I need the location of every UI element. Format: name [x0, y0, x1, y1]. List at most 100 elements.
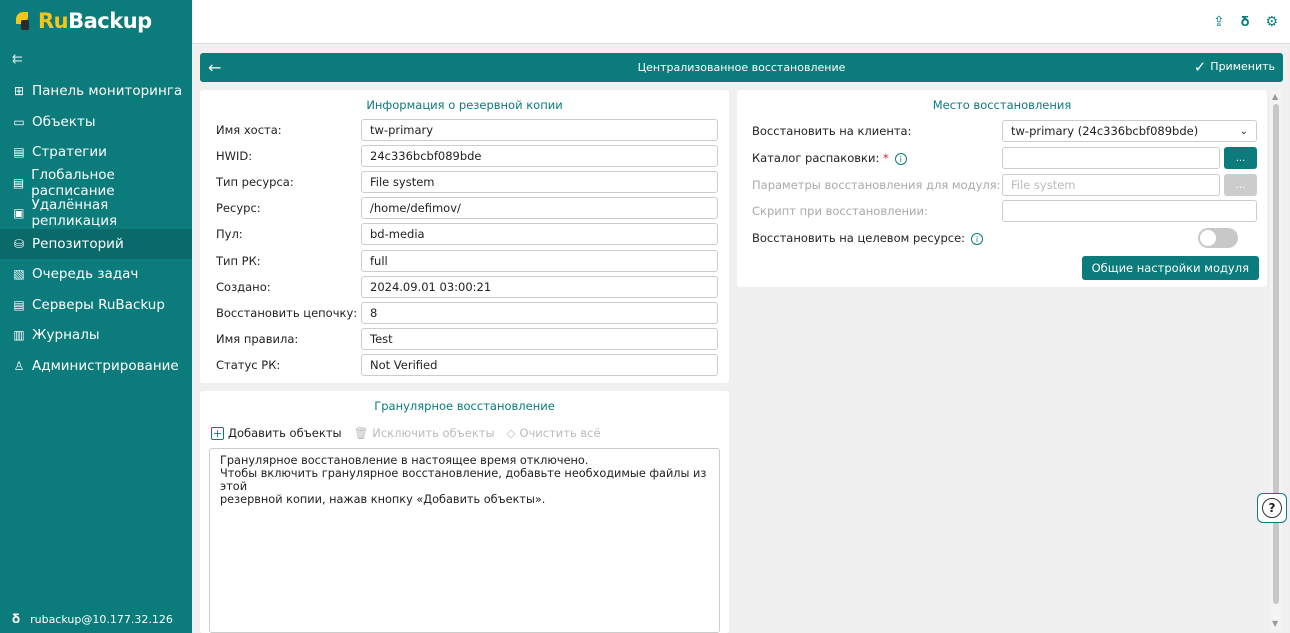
granular-message-line: Гранулярное восстановление в настоящее в… — [220, 454, 589, 467]
browse-dir-button[interactable]: ... — [1224, 147, 1257, 169]
dashboard-icon: ⊞ — [13, 84, 25, 99]
sidebar-item-label: Серверы RuBackup — [32, 296, 165, 313]
sidebar-item[interactable]: ▭ Объекты — [0, 107, 192, 138]
info-row: Ресурс: /home/defimov/ — [216, 197, 718, 220]
granular-message-line: резервной копии, нажав кнопку «Добавить … — [220, 493, 546, 506]
granular-message-line: Чтобы включить гранулярное восстановлени… — [220, 467, 707, 493]
unpack-dir-row: Каталог распаковки: * i ... — [752, 147, 1257, 169]
info-label: Имя правила: — [216, 331, 299, 346]
sidebar-item[interactable]: ▤ Серверы RuBackup — [0, 290, 192, 321]
current-user[interactable]: 𝛅 rubackup@10.177.32.126 — [12, 612, 173, 627]
servers-icon: ▤ — [13, 297, 25, 312]
restore-target-row: Восстановить на целевом ресурсе: i — [752, 227, 1239, 249]
queue-icon: ▧ — [13, 267, 25, 282]
strategy-icon: ▤ — [13, 145, 25, 160]
restore-client-select[interactable]: tw-primary (24c336bcbf089bde) ⌄ — [1002, 120, 1257, 142]
module-params-input[interactable]: File system — [1002, 174, 1220, 196]
general-module-settings-button[interactable]: Общие настройки модуля — [1081, 256, 1259, 280]
sidebar-item-label: Объекты — [32, 113, 96, 130]
info-label: Имя хоста: — [216, 123, 282, 137]
info-label: Статус РК: — [216, 357, 281, 372]
backup-info-title: Информация о резервной копии — [366, 98, 563, 112]
apply-label: Применить — [1210, 60, 1275, 73]
info-row: Тип РК: full — [216, 249, 718, 272]
info-label: HWID: — [216, 149, 253, 164]
info-row: Тип ресурса: File system — [216, 171, 718, 194]
module-params-button[interactable]: ... — [1224, 174, 1257, 196]
info-row: Имя хоста: tw-primary — [216, 119, 718, 141]
user-profile-icon[interactable]: 𝛅 — [1241, 14, 1250, 30]
info-label: Пул: — [216, 227, 243, 242]
repository-icon: ⛁ — [13, 236, 25, 251]
help-button[interactable]: ? — [1257, 493, 1287, 523]
apply-button[interactable]: ✓ Применить — [1194, 59, 1275, 74]
sidebar-item-label: Журналы — [32, 327, 100, 344]
logo-text: RuBackup — [38, 9, 152, 33]
sidebar-item[interactable]: ▥ Журналы — [0, 320, 192, 351]
granular-objects-area[interactable]: Гранулярное восстановление в настоящее в… — [209, 448, 720, 633]
granular-restore-panel: Гранулярное восстановление + Добавить об… — [200, 391, 729, 633]
sidebar-item[interactable]: ▤ Глобальное расписание — [0, 166, 192, 199]
info-value: 8 — [361, 301, 718, 324]
restore-target-toggle[interactable] — [1198, 228, 1239, 248]
scrollbar[interactable]: ▲ ▼ — [1270, 90, 1282, 630]
upload-icon[interactable]: ⇪ — [1213, 14, 1225, 30]
sidebar-item-label: Глобальное расписание — [31, 166, 115, 199]
sidebar-item[interactable]: ⊞ Панель мониторинга — [0, 76, 192, 107]
restore-client-row: Восстановить на клиента: tw-primary (24c… — [752, 120, 1257, 142]
info-value: tw-primary — [361, 119, 718, 141]
sidebar-item[interactable]: ▧ Очередь задач — [0, 259, 192, 290]
info-icon[interactable]: i — [894, 153, 907, 166]
info-value: 24c336bcbf089bde — [361, 145, 718, 168]
module-params-label: Параметры восстановления для модуля: — [752, 178, 1001, 192]
schedule-icon: ▤ — [12, 175, 25, 190]
info-row: Пул: bd-media — [216, 223, 718, 246]
info-value: full — [361, 249, 718, 272]
replication-icon: ▣ — [13, 206, 25, 221]
top-bar: ⇪ 𝛅 ⚙ — [192, 0, 1290, 44]
scroll-up-icon[interactable]: ▲ — [1272, 92, 1278, 101]
scrollbar-thumb[interactable] — [1273, 104, 1279, 604]
sidebar-item[interactable]: ♙ Администрирование — [0, 351, 192, 382]
logo[interactable]: RuBackup — [0, 0, 192, 42]
help-icon: ? — [1262, 498, 1282, 518]
add-icon: + — [211, 426, 224, 440]
info-row: HWID: 24c336bcbf089bde — [216, 145, 718, 168]
module-params-row: Параметры восстановления для модуля: Fil… — [752, 174, 1257, 196]
info-label: Восстановить цепочку: — [216, 305, 358, 320]
settings-icon[interactable]: ⚙ — [1265, 14, 1278, 30]
restore-script-input[interactable] — [1002, 200, 1257, 222]
user-icon: 𝛅 — [12, 612, 21, 627]
eraser-icon: ◇ — [506, 426, 516, 440]
restore-script-row: Скрипт при восстановлении: — [752, 200, 1257, 222]
backup-info-panel: Информация о резервной копии Имя хоста: t… — [200, 90, 729, 383]
admin-icon: ♙ — [13, 358, 25, 373]
info-value: Test — [361, 327, 718, 350]
sidebar-item-label: Администрирование — [32, 357, 179, 374]
info-label: Тип ресурса: — [216, 175, 294, 190]
sidebar-item-label: Панель мониторинга — [32, 83, 183, 100]
info-value: /home/defimov/ — [361, 197, 718, 220]
clear-all-button[interactable]: ◇ Очистить всё — [507, 426, 601, 440]
info-icon[interactable]: i — [971, 233, 984, 246]
sidebar-item[interactable]: ▣ Удалённая репликация — [0, 197, 192, 229]
sidebar-item[interactable]: ⛁ Репозиторий — [0, 228, 192, 259]
exclude-objects-button[interactable]: 🗑 Исключить объекты — [354, 426, 495, 440]
sidebar-item[interactable]: ▤ Стратегии — [0, 137, 192, 168]
logs-icon: ▥ — [13, 328, 25, 343]
add-objects-button[interactable]: + Добавить объекты — [211, 426, 342, 440]
restore-destination-panel: Место восстановления Восстановить на кли… — [737, 90, 1267, 287]
info-row: Статус РК: Not Verified — [216, 353, 718, 376]
page-header: ← Централизованное восстановление ✓ Прим… — [200, 53, 1283, 82]
restore-client-value: tw-primary (24c336bcbf089bde) — [1011, 124, 1199, 138]
sidebar-item-label: Очередь задач — [32, 266, 139, 283]
unpack-dir-input[interactable] — [1002, 147, 1220, 169]
scroll-down-icon[interactable]: ▼ — [1272, 619, 1278, 628]
info-label: Ресурс: — [216, 201, 261, 216]
restore-destination-title: Место восстановления — [932, 98, 1072, 112]
info-label: Тип РК: — [216, 253, 261, 268]
add-objects-label: Добавить объекты — [228, 426, 342, 440]
info-row: Имя правила: Test — [216, 327, 718, 350]
restore-script-label: Скрипт при восстановлении: — [752, 204, 928, 218]
collapse-sidebar-icon[interactable]: ⇇ — [0, 42, 192, 76]
